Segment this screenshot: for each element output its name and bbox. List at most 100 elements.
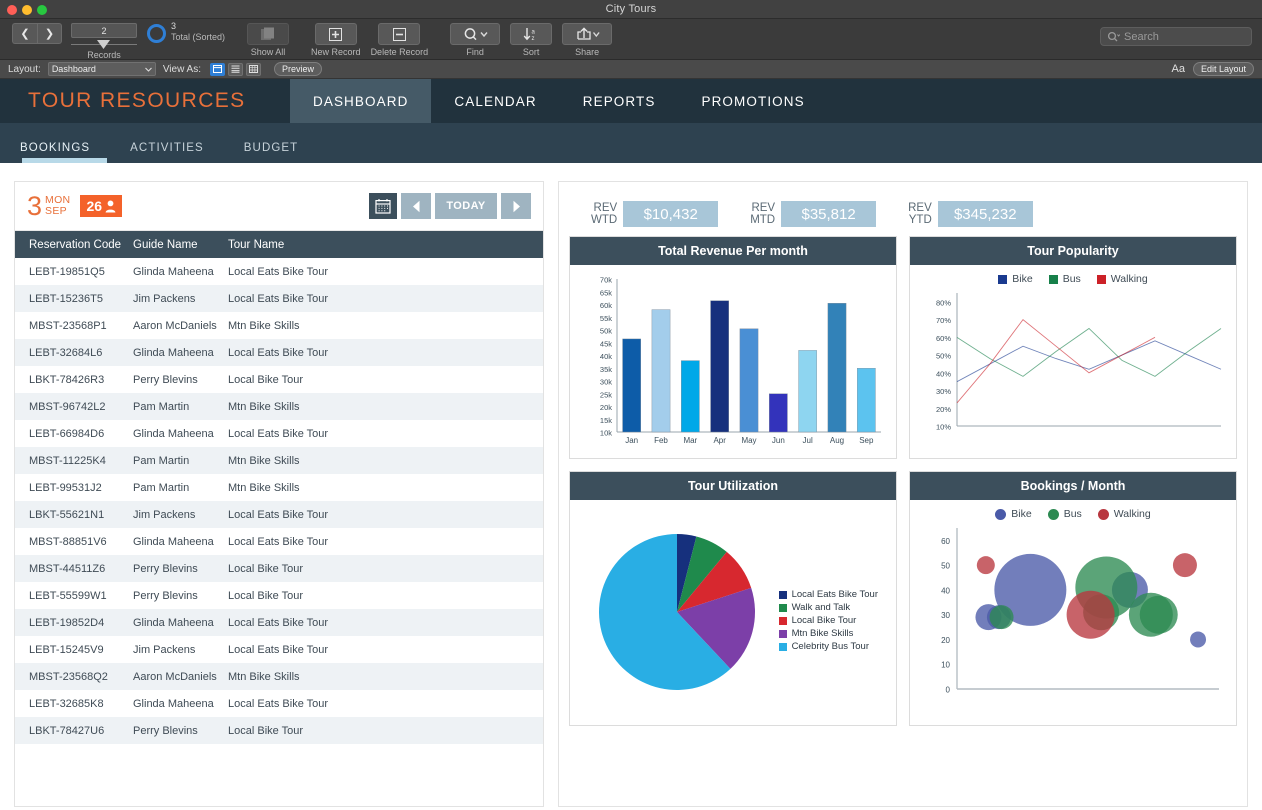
view-as-form-button[interactable] (210, 63, 225, 76)
view-as-list-button[interactable] (228, 63, 243, 76)
view-as-table-button[interactable] (246, 63, 261, 76)
cell-reservation-code: MBST-11225K4 (15, 455, 133, 467)
table-row[interactable]: MBST-11225K4Pam MartinMtn Bike Skills (15, 447, 543, 474)
date-month: SEP (45, 206, 70, 217)
table-row[interactable]: MBST-44511Z6Perry BlevinsLocal Bike Tour (15, 555, 543, 582)
tab-dashboard[interactable]: DASHBOARD (290, 79, 431, 123)
cell-guide-name: Perry Blevins (133, 725, 228, 737)
date-month-weekday: MON SEP (45, 195, 70, 217)
cell-tour-name: Mtn Bike Skills (228, 671, 543, 683)
svg-text:70k: 70k (600, 276, 612, 285)
table-row[interactable]: LBKT-78427U6Perry BlevinsLocal Bike Tour (15, 717, 543, 744)
table-row[interactable]: LEBT-19851Q5Glinda MaheenaLocal Eats Bik… (15, 258, 543, 285)
table-view-icon (249, 65, 258, 73)
tab-calendar[interactable]: CALENDAR (431, 79, 559, 123)
window-controls[interactable] (7, 5, 47, 15)
previous-day-button[interactable] (401, 193, 431, 219)
popularity-chart-title: Tour Popularity (910, 237, 1236, 265)
table-row[interactable]: LEBT-19852D4Glinda MaheenaLocal Eats Bik… (15, 609, 543, 636)
revenue-chart-title: Total Revenue Per month (570, 237, 896, 265)
record-slider[interactable] (71, 40, 137, 49)
layout-label: Layout: (8, 64, 41, 75)
total-count: 3 (171, 21, 225, 32)
table-row[interactable]: MBST-23568P1Aaron McDanielsMtn Bike Skil… (15, 312, 543, 339)
table-row[interactable]: LEBT-15236T5Jim PackensLocal Eats Bike T… (15, 285, 543, 312)
cell-guide-name: Aaron McDaniels (133, 320, 228, 332)
layout-select[interactable]: Dashboard (48, 62, 156, 76)
subtab-budget[interactable]: BUDGET (224, 142, 319, 163)
svg-text:60%: 60% (936, 334, 951, 343)
table-row[interactable]: LEBT-66984D6Glinda MaheenaLocal Eats Bik… (15, 420, 543, 447)
show-all-button[interactable] (247, 23, 289, 45)
table-row[interactable]: MBST-23568Q2Aaron McDanielsMtn Bike Skil… (15, 663, 543, 690)
chevron-down-icon (145, 67, 152, 72)
revenue-bar-chart: 70k65k60k55k50k45k40k35k30k25k20k15k10kJ… (570, 265, 896, 458)
table-row[interactable]: LBKT-78426R3Perry BlevinsLocal Bike Tour (15, 366, 543, 393)
svg-text:Feb: Feb (654, 436, 668, 445)
search-box[interactable]: Search (1100, 27, 1252, 46)
cell-reservation-code: LEBT-99531J2 (15, 482, 133, 494)
dashboard-content: 3 MON SEP 26 (0, 163, 1262, 807)
close-icon[interactable] (7, 5, 17, 15)
tour-popularity-chart-card: Tour Popularity Bike Bus (909, 236, 1237, 459)
new-record-button[interactable] (315, 23, 357, 45)
cell-reservation-code: LEBT-15245V9 (15, 644, 133, 656)
kpi-rev-ytd-label-line1: REV (908, 202, 932, 214)
table-row[interactable]: LEBT-15245V9Jim PackensLocal Eats Bike T… (15, 636, 543, 663)
table-row[interactable]: LEBT-32685K8Glinda MaheenaLocal Eats Bik… (15, 690, 543, 717)
sort-group[interactable]: a z Sort (510, 19, 552, 57)
share-button[interactable] (562, 23, 612, 45)
table-row[interactable]: LEBT-99531J2Pam MartinMtn Bike Skills (15, 474, 543, 501)
sub-tabs[interactable]: BOOKINGS ACTIVITIES BUDGET (0, 123, 1262, 163)
table-row[interactable]: MBST-88851V6Glinda MaheenaLocal Eats Bik… (15, 528, 543, 555)
new-record-group[interactable]: New Record (311, 19, 361, 57)
minimize-icon[interactable] (22, 5, 32, 15)
svg-text:65k: 65k (600, 288, 612, 297)
calendar-button[interactable] (369, 193, 397, 219)
bubble-legend-item-bike: Bike (995, 508, 1031, 520)
record-number-input[interactable]: 2 (71, 23, 137, 38)
search-input[interactable]: Search (1124, 31, 1159, 43)
table-row[interactable]: LEBT-55599W1Perry BlevinsLocal Bike Tour (15, 582, 543, 609)
delete-record-button[interactable] (378, 23, 420, 45)
next-day-button[interactable] (501, 193, 531, 219)
edit-layout-button[interactable]: Edit Layout (1193, 62, 1254, 76)
tab-reports[interactable]: REPORTS (560, 79, 679, 123)
cell-tour-name: Mtn Bike Skills (228, 455, 543, 467)
view-as-buttons[interactable] (210, 63, 261, 76)
reservations-panel: 3 MON SEP 26 (14, 181, 544, 807)
find-group[interactable]: Find (450, 19, 500, 57)
pie-legend-swatch (779, 643, 787, 651)
date-navigation[interactable]: TODAY (369, 193, 531, 219)
cell-guide-name: Glinda Maheena (133, 536, 228, 548)
svg-text:60: 60 (941, 537, 950, 546)
legend-label-bus: Bus (1063, 273, 1081, 285)
next-record-button[interactable]: ❯ (37, 23, 62, 44)
tab-promotions[interactable]: PROMOTIONS (678, 79, 827, 123)
table-row[interactable]: LBKT-55621N1Jim PackensLocal Eats Bike T… (15, 501, 543, 528)
delete-record-group[interactable]: Delete Record (371, 19, 429, 57)
cell-reservation-code: LBKT-55621N1 (15, 509, 133, 521)
share-group[interactable]: Share (562, 19, 612, 57)
cell-reservation-code: MBST-44511Z6 (15, 563, 133, 575)
legend-item-walking: Walking (1097, 273, 1148, 285)
find-button[interactable] (450, 23, 500, 45)
show-all-group[interactable]: Show All (247, 19, 289, 57)
cell-tour-name: Local Eats Bike Tour (228, 644, 543, 656)
preview-button[interactable]: Preview (274, 62, 322, 76)
svg-text:20k: 20k (600, 403, 612, 412)
svg-text:10%: 10% (936, 423, 951, 432)
text-format-icon[interactable]: Aa (1172, 63, 1185, 75)
today-button[interactable]: TODAY (435, 193, 497, 219)
pie-legend-item: Local Eats Bike Tour (779, 588, 878, 601)
sort-button[interactable]: a z (510, 23, 552, 45)
search-area[interactable]: Search (1100, 27, 1252, 46)
main-tabs[interactable]: DASHBOARD CALENDAR REPORTS PROMOTIONS (290, 79, 828, 123)
maximize-icon[interactable] (37, 5, 47, 15)
subtab-activities[interactable]: ACTIVITIES (110, 142, 224, 163)
table-row[interactable]: LEBT-32684L6Glinda MaheenaLocal Eats Bik… (15, 339, 543, 366)
table-row[interactable]: MBST-96742L2Pam MartinMtn Bike Skills (15, 393, 543, 420)
svg-text:Aug: Aug (830, 436, 844, 445)
previous-record-button[interactable]: ❮ (12, 23, 37, 44)
cell-guide-name: Pam Martin (133, 455, 228, 467)
